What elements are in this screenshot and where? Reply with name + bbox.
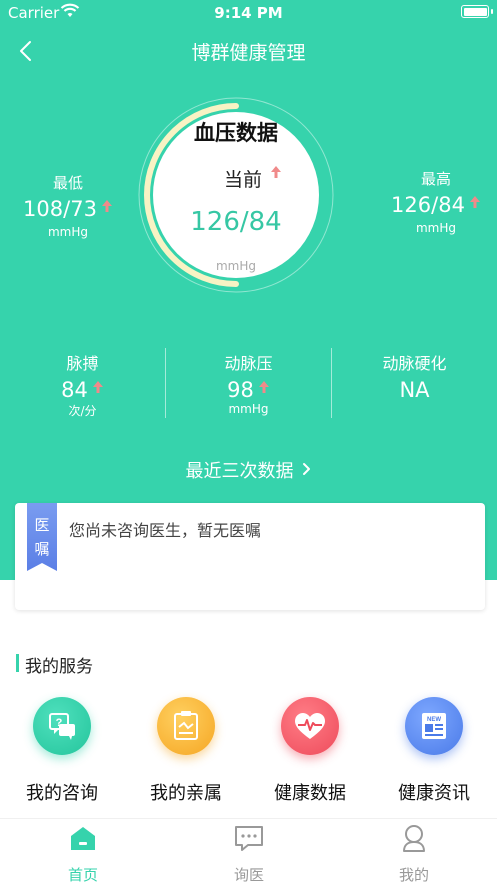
gauge-title: 血压数据	[194, 121, 278, 145]
recent-data-label: 最近三次数据	[185, 461, 294, 482]
recent-data-link[interactable]: 最近三次数据	[0, 457, 497, 483]
status-bar: Carrier 9:14 PM	[0, 0, 497, 26]
clock: 9:14 PM	[214, 4, 283, 22]
advice-ribbon-label: 医 嘱	[34, 516, 50, 558]
high-label: 最高	[420, 170, 451, 188]
services-grid: ? 我的咨询 我的亲属 健康数据 NEW 健康资讯	[0, 695, 497, 810]
advice-ribbon: 医 嘱	[27, 503, 57, 571]
service-label: 我的咨询	[26, 783, 98, 804]
gauge-value: 126/84	[190, 207, 282, 237]
service-my-consultation[interactable]: ? 我的咨询	[0, 695, 124, 810]
service-label: 我的亲属	[150, 783, 222, 804]
low-label: 最低	[52, 174, 83, 192]
service-label: 健康数据	[274, 783, 346, 804]
metric-label: 动脉硬化	[382, 354, 447, 373]
relatives-icon	[157, 697, 215, 755]
service-health-news[interactable]: NEW 健康资讯	[372, 695, 496, 810]
chevron-right-icon	[302, 463, 310, 475]
up-arrow-icon	[271, 166, 281, 178]
high-value: 126/84	[382, 193, 490, 217]
low-stat: 最低 108/73 mmHg	[16, 172, 120, 239]
health-data-icon	[281, 697, 339, 755]
doctor-advice-card: 医 嘱 您尚未咨询医生，暂无医嘱	[15, 503, 485, 610]
profile-icon	[403, 825, 425, 852]
metric-unit: mmHg	[228, 402, 269, 416]
metric-label: 动脉压	[224, 354, 273, 373]
battery-icon	[461, 5, 493, 18]
tab-label: 我的	[398, 866, 429, 883]
gauge-current-label: 当前	[224, 169, 263, 191]
metric-label: 脉搏	[66, 354, 99, 373]
service-my-relatives[interactable]: 我的亲属	[124, 695, 248, 810]
consult-icon: ?	[33, 697, 91, 755]
up-arrow-icon	[258, 381, 269, 393]
metric-value: NA	[399, 378, 430, 402]
metric-arterial-pressure: 动脉压 98 mmHg	[166, 348, 331, 420]
tab-bar: 首页 询医 我的	[0, 818, 497, 883]
tab-home[interactable]: 首页	[0, 819, 166, 883]
low-unit: mmHg	[47, 225, 89, 239]
tab-label: 首页	[67, 866, 98, 883]
tab-label: 询医	[233, 866, 264, 883]
chat-icon	[235, 826, 263, 851]
low-value: 108/73	[16, 197, 120, 221]
page-title: 博群健康管理	[191, 42, 306, 64]
high-stat: 最高 126/84 mmHg	[382, 168, 490, 235]
tab-profile[interactable]: 我的	[331, 819, 497, 883]
home-icon	[71, 827, 95, 850]
up-arrow-icon	[469, 196, 480, 208]
metric-value: 84	[0, 378, 165, 402]
advice-text: 您尚未咨询医生，暂无医嘱	[69, 521, 262, 540]
up-arrow-icon	[101, 200, 112, 212]
gauge-unit: mmHg	[215, 259, 257, 273]
high-unit: mmHg	[415, 221, 457, 235]
news-icon: NEW	[405, 697, 463, 755]
metrics-row: 脉搏 84 次/分 动脉压 98 mmHg 动脉硬化 NA	[0, 348, 497, 420]
services-title: 我的服务	[25, 657, 93, 677]
service-health-data[interactable]: 健康数据	[248, 695, 372, 810]
service-label: 健康资讯	[398, 783, 470, 804]
metric-value: 98	[166, 378, 331, 402]
metric-pulse: 脉搏 84 次/分	[0, 348, 165, 420]
tab-ask-doctor[interactable]: 询医	[166, 819, 332, 883]
metric-arteriosclerosis: 动脉硬化 NA	[332, 348, 497, 420]
metric-unit: 次/分	[68, 404, 97, 418]
blood-pressure-gauge[interactable]: 血压数据 当前 126/84 mmHg	[136, 95, 336, 295]
svg-text:NEW: NEW	[427, 717, 441, 723]
up-arrow-icon	[92, 381, 103, 393]
